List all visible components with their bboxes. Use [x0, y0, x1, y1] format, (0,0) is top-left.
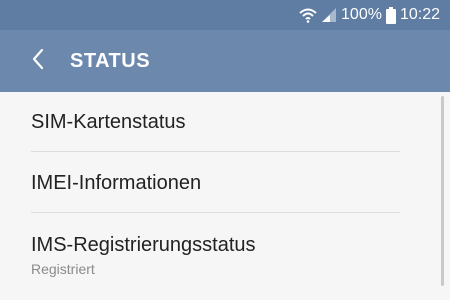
list-item-ims-registration[interactable]: IMS-Registrierungsstatus Registriert: [31, 234, 400, 277]
list-item-imei[interactable]: IMEI-Informationen: [31, 172, 400, 195]
divider: [31, 212, 400, 213]
page-title: STATUS: [70, 50, 151, 72]
battery-text: 100%: [341, 6, 382, 23]
clock: 10:22: [399, 6, 440, 23]
wifi-icon: [299, 7, 317, 23]
status-icons: 100% 10:22: [299, 0, 440, 30]
divider: [31, 151, 400, 152]
list-item-title: IMEI-Informationen: [31, 172, 202, 194]
list-item-sim-status[interactable]: SIM-Kartenstatus: [31, 111, 400, 134]
app-bar: STATUS: [0, 30, 450, 92]
battery-icon: [385, 6, 396, 24]
scrollbar[interactable]: [441, 96, 444, 286]
list-item-title: SIM-Kartenstatus: [31, 111, 186, 133]
signal-icon: [321, 7, 337, 23]
back-button[interactable]: [20, 43, 56, 79]
list-item-title: IMS-Registrierungsstatus: [31, 234, 256, 256]
list-item-subtitle: Registriert: [31, 261, 95, 277]
chevron-left-icon: [31, 48, 45, 75]
status-bar: 100% 10:22: [0, 0, 450, 30]
